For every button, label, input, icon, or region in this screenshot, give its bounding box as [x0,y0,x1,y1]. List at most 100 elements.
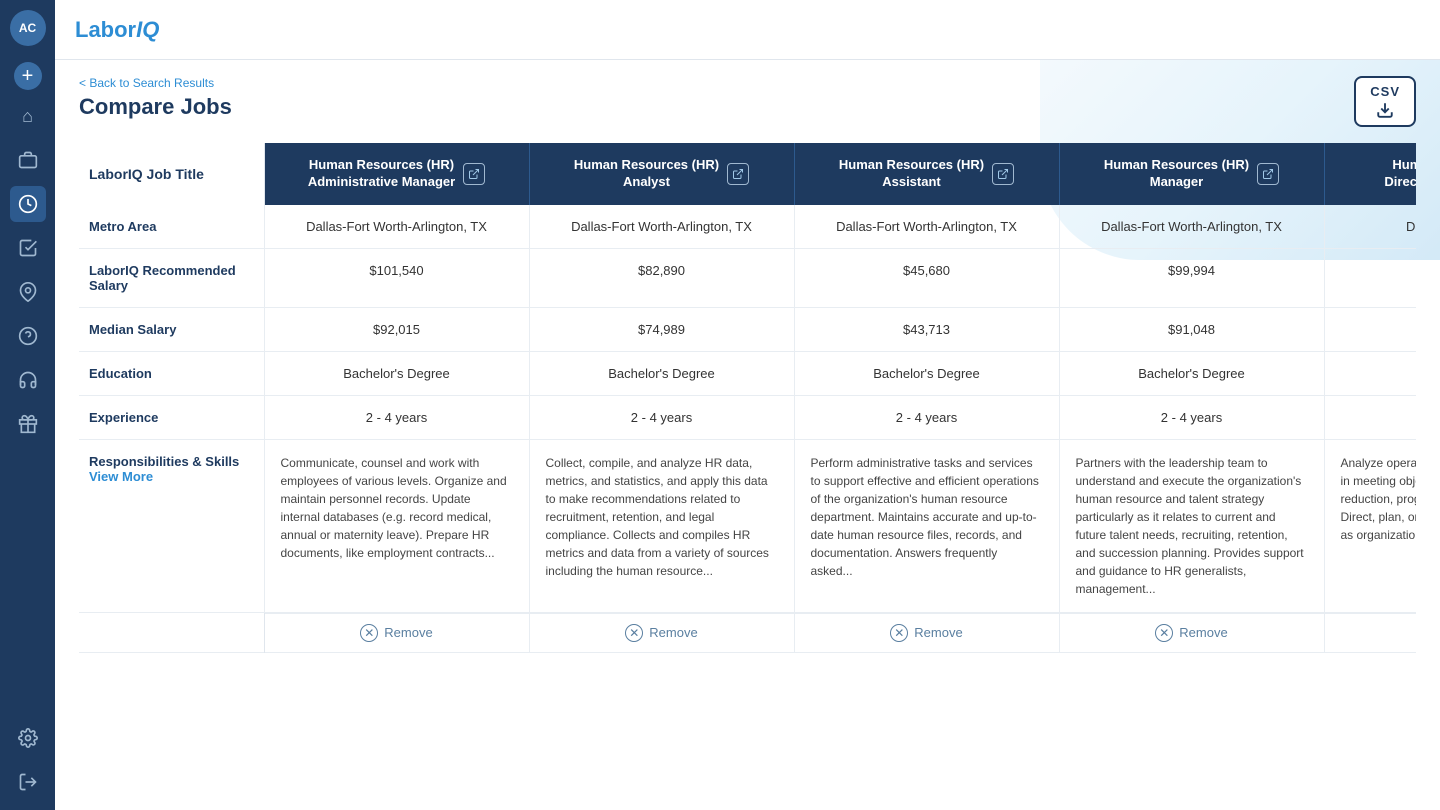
cell-metro-0: Dallas-Fort Worth-Arlington, TX [264,205,529,249]
remove-circle-icon-1: ✕ [625,624,643,642]
sidebar-item-gift[interactable] [10,406,46,442]
cell-median-1: $74,989 [529,307,794,351]
cell-metro-1: Dallas-Fort Worth-Arlington, TX [529,205,794,249]
cell-education-2: Bachelor's Degree [794,351,1059,395]
remove-button-4[interactable]: ✕ Re... [1325,613,1417,652]
responsibilities-text-4: Analyze operational performance of a sta… [1341,454,1417,544]
remove-button-1[interactable]: ✕ Remove [530,613,794,652]
job-title-text-1: Human Resources (HR)Analyst [574,157,719,191]
remove-circle-icon-0: ✕ [360,624,378,642]
page-title: Compare Jobs [79,94,232,120]
table-row-metro: Metro Area Dallas-Fort Worth-Arlington, … [79,205,1416,249]
remove-label-2: Remove [914,625,962,640]
job-title-text-0: Human Resources (HR)Administrative Manag… [308,157,455,191]
sidebar-item-support[interactable] [10,362,46,398]
open-link-icon-0[interactable] [463,163,485,185]
cell-recommended-2: $45,680 [794,248,1059,307]
cell-experience-3: 2 - 4 years [1059,395,1324,439]
cell-responsibilities-4: Analyze operational performance of a sta… [1324,439,1416,612]
add-button[interactable]: + [14,62,42,90]
job-title-text-4: Human Resou...Director and Inte... [1384,157,1416,191]
remove-cell-4: ✕ Re... [1324,612,1416,652]
logo-text-regular: Labor [75,17,136,42]
cell-education-0: Bachelor's Degree [264,351,529,395]
cell-responsibilities-1: Collect, compile, and analyze HR data, m… [529,439,794,612]
responsibilities-text-3: Partners with the leadership team to und… [1076,454,1308,598]
cell-experience-2: 2 - 4 years [794,395,1059,439]
cell-experience-1: 2 - 4 years [529,395,794,439]
logo: LaborIQ [75,17,159,43]
cell-education-3: Bachelor's Degree [1059,351,1324,395]
sidebar: AC + ⌂ [0,0,55,810]
remove-button-0[interactable]: ✕ Remove [265,613,529,652]
remove-cell-2: ✕ Remove [794,612,1059,652]
table-row-median: Median Salary $92,015 $74,989 $43,713 $9… [79,307,1416,351]
cell-metro-4: Dallas-Fort Wor... [1324,205,1416,249]
row-label-recommended: LaborIQ Recommended Salary [79,248,264,307]
cell-responsibilities-3: Partners with the leadership team to und… [1059,439,1324,612]
remove-cell-3: ✕ Remove [1059,612,1324,652]
col-header-job-2: Human Resources (HR)Assistant [794,143,1059,205]
row-label-experience: Experience [79,395,264,439]
cell-responsibilities-2: Perform administrative tasks and service… [794,439,1059,612]
cell-recommended-4: $173... [1324,248,1416,307]
comparison-table-container[interactable]: LaborIQ Job Title Human Resources (HR)Ad… [79,143,1416,810]
col-header-job-0: Human Resources (HR)Administrative Manag… [264,143,529,205]
sidebar-item-briefcase[interactable] [10,142,46,178]
open-link-icon-1[interactable] [727,163,749,185]
remove-circle-icon-3: ✕ [1155,624,1173,642]
col-header-job-1: Human Resources (HR)Analyst [529,143,794,205]
cell-recommended-0: $101,540 [264,248,529,307]
cell-education-4: Bachelor... [1324,351,1416,395]
row-label-metro: Metro Area [79,205,264,249]
breadcrumb[interactable]: < Back to Search Results [79,76,232,90]
avatar[interactable]: AC [10,10,46,46]
page-header: < Back to Search Results Compare Jobs CS… [79,76,1416,127]
table-row-education: Education Bachelor's Degree Bachelor's D… [79,351,1416,395]
csv-download-button[interactable]: CSV [1354,76,1416,127]
sidebar-item-home[interactable]: ⌂ [10,98,46,134]
responsibilities-text-2: Perform administrative tasks and service… [811,454,1043,580]
col-header-job-3: Human Resources (HR)Manager [1059,143,1324,205]
cell-experience-0: 2 - 4 years [264,395,529,439]
remove-label-0: Remove [384,625,432,640]
remove-circle-icon-2: ✕ [890,624,908,642]
responsibilities-text-1: Collect, compile, and analyze HR data, m… [546,454,778,580]
remove-button-3[interactable]: ✕ Remove [1060,613,1324,652]
settings-icon[interactable] [10,720,46,756]
remove-cell-0: ✕ Remove [264,612,529,652]
top-nav: LaborIQ [55,0,1440,60]
view-more-link[interactable]: View More [89,469,248,484]
logout-icon[interactable] [10,764,46,800]
main-area: LaborIQ < Back to Search Results Compare… [55,0,1440,810]
remove-cell-1: ✕ Remove [529,612,794,652]
remove-label-cell [79,612,264,652]
table-row-responsibilities: Responsibilities & Skills View More Comm… [79,439,1416,612]
job-title-text-3: Human Resources (HR)Manager [1104,157,1249,191]
col-header-label: LaborIQ Job Title [79,143,264,205]
cell-responsibilities-0: Communicate, counsel and work with emplo… [264,439,529,612]
cell-metro-3: Dallas-Fort Worth-Arlington, TX [1059,205,1324,249]
cell-median-4: $154... [1324,307,1416,351]
remove-label-1: Remove [649,625,697,640]
table-row-remove: ✕ Remove ✕ Remove ✕ [79,612,1416,652]
open-link-icon-2[interactable] [992,163,1014,185]
sidebar-item-map[interactable] [10,274,46,310]
cell-median-3: $91,048 [1059,307,1324,351]
job-title-text-2: Human Resources (HR)Assistant [839,157,984,191]
open-link-icon-3[interactable] [1257,163,1279,185]
comparison-table: LaborIQ Job Title Human Resources (HR)Ad… [79,143,1416,653]
sidebar-item-help[interactable] [10,318,46,354]
table-row-experience: Experience 2 - 4 years 2 - 4 years 2 - 4… [79,395,1416,439]
responsibilities-text-0: Communicate, counsel and work with emplo… [281,454,513,562]
remove-button-2[interactable]: ✕ Remove [795,613,1059,652]
cell-median-2: $43,713 [794,307,1059,351]
cell-experience-4: 2 - 4... [1324,395,1416,439]
row-label-education: Education [79,351,264,395]
sidebar-item-checklist[interactable] [10,230,46,266]
csv-label: CSV [1370,84,1400,99]
page-content: < Back to Search Results Compare Jobs CS… [55,60,1440,810]
sidebar-item-salary[interactable] [10,186,46,222]
table-row-recommended: LaborIQ Recommended Salary $101,540 $82,… [79,248,1416,307]
row-label-median: Median Salary [79,307,264,351]
